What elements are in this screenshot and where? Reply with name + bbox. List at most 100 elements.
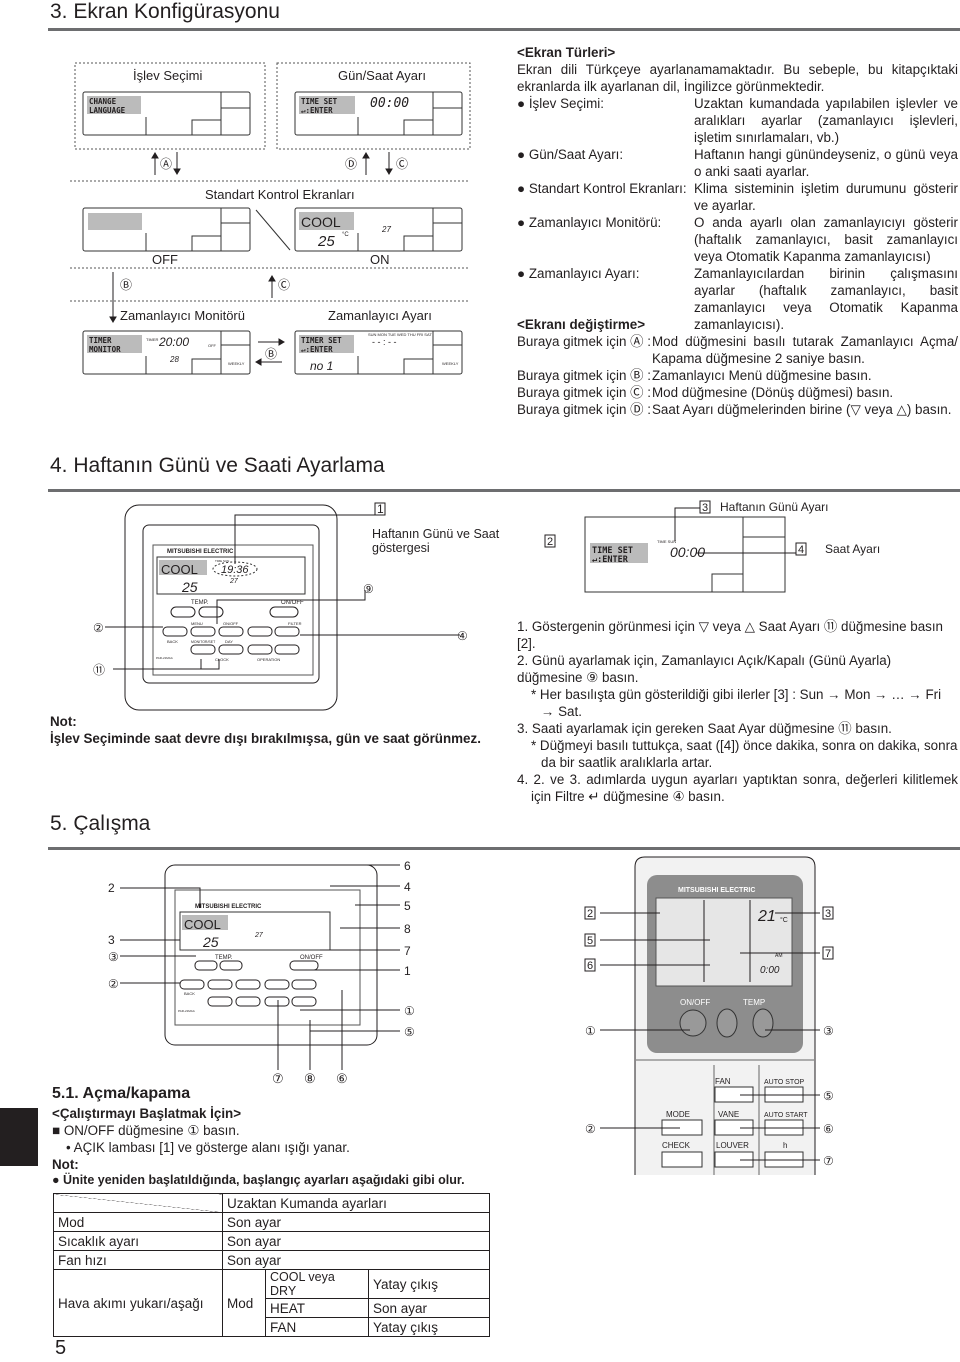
svg-text:28: 28 — [169, 355, 179, 364]
svg-text:FILTER: FILTER — [288, 621, 302, 626]
table-header: Uzaktan Kumanda ayarları — [222, 1193, 490, 1213]
section-tab-marker — [0, 1108, 38, 1166]
section-rule — [48, 847, 960, 850]
label-off: OFF — [152, 252, 178, 267]
svg-text:④: ④ — [457, 629, 468, 643]
note-text: İşlev Seçiminde saat devre dışı bırakılm… — [50, 731, 481, 746]
svg-text:⑪: ⑪ — [93, 663, 105, 677]
callout1-text: Haftanın Günü ve Saat göstergesi — [372, 527, 500, 555]
start-heading: <Çalıştırmayı Başlatmak İçin> — [52, 1106, 242, 1121]
table-row: Mod Son ayar — [53, 1212, 490, 1232]
note-label: Not: — [52, 1157, 79, 1172]
svg-text:⑦: ⑦ — [823, 1154, 834, 1168]
section-rule — [48, 489, 960, 492]
label-ayari: Zamanlayıcı Ayarı — [328, 308, 432, 323]
svg-text:27: 27 — [254, 932, 264, 939]
svg-text:⑨: ⑨ — [363, 582, 374, 596]
svg-text:21: 21 — [757, 908, 776, 925]
time-set-steps: 1. Göstergenin görünmesi için ▽ veya △ S… — [517, 618, 958, 805]
lcd-temp: 25 — [317, 233, 335, 250]
svg-text:MONITOR: MONITOR — [89, 345, 121, 354]
svg-text:h: h — [783, 1141, 787, 1150]
svg-text:⑤: ⑤ — [823, 1089, 834, 1103]
svg-text:Ⓒ: Ⓒ — [278, 278, 290, 292]
svg-text:TEMP.: TEMP. — [215, 955, 233, 961]
svg-text:⑤: ⑤ — [404, 1025, 415, 1039]
svg-text:②: ② — [585, 1122, 596, 1136]
svg-text:③: ③ — [108, 950, 119, 964]
label-monitor: Zamanlayıcı Monitörü — [120, 308, 245, 323]
svg-text:2: 2 — [587, 908, 593, 920]
svg-text:②: ② — [108, 977, 119, 991]
section5-title: 5. Çalışma — [50, 812, 151, 835]
svg-text:7: 7 — [404, 944, 411, 958]
svg-text:BACK: BACK — [184, 991, 195, 996]
svg-text:CLOCK: CLOCK — [215, 657, 229, 662]
lcd-text: CHANGE — [89, 97, 117, 106]
goto-item: Buraya gitmek için Ⓑ : Zamanlayıcı Menü d… — [517, 368, 872, 383]
svg-text:③: ③ — [823, 1024, 834, 1038]
svg-text:TIMER: TIMER — [89, 336, 112, 345]
step: 1. Göstergenin görünmesi için ▽ veya △ S… — [517, 619, 944, 651]
goto-item: Buraya gitmek için Ⓒ : Mod düğmesine (Dön… — [517, 385, 894, 400]
svg-text:2: 2 — [547, 536, 553, 548]
svg-text:MITSUBISHI ELECTRIC: MITSUBISHI ELECTRIC — [167, 549, 234, 555]
svg-text:↵:ENTER: ↵:ENTER — [301, 345, 333, 354]
table-row: Fan hızı Son ayar — [53, 1250, 490, 1270]
lcd-mode: COOL — [161, 562, 198, 577]
svg-text:TEMP.: TEMP. — [191, 600, 209, 606]
table-row: Hava akımı yukarı/aşağı Mod COOL veya DRY Y… — [53, 1269, 490, 1337]
svg-text:①: ① — [585, 1024, 596, 1038]
svg-text:OPERATION: OPERATION — [257, 657, 280, 662]
svg-text:②: ② — [93, 621, 104, 635]
svg-text:°C: °C — [342, 232, 349, 238]
intro-text: Ekran dili Türkçeye ayarlanamamaktadır. … — [517, 62, 958, 94]
page-number: 5 — [55, 1337, 67, 1359]
svg-text:6: 6 — [404, 859, 411, 873]
lcd-time: 00:00 — [370, 96, 409, 111]
svg-text:Ⓒ: Ⓒ — [396, 157, 408, 171]
onoff-button — [679, 1009, 707, 1037]
svg-text:PAR-21MAA: PAR-21MAA — [156, 656, 173, 660]
list-item: ● İşlev Seçimi: Uzaktan kumandada yapılab… — [517, 96, 958, 145]
temp-up-button — [752, 1008, 774, 1038]
onoff-button — [269, 606, 299, 618]
lcd-text: TIME SET — [301, 97, 338, 106]
screen-flow-diagram: İşlev Seçimi Gün/Saat Ayarı CHANGE LANGU… — [70, 62, 471, 375]
svg-text:FAN: FAN — [715, 1077, 731, 1086]
svg-text:3: 3 — [702, 502, 708, 514]
screen-types-heading: <Ekran Türleri> — [517, 45, 616, 60]
svg-text:Ⓑ: Ⓑ — [265, 347, 277, 361]
svg-text:↵:ENTER: ↵:ENTER — [592, 555, 629, 565]
svg-text:Haftanın Günü Ayarı: Haftanın Günü Ayarı — [720, 500, 829, 514]
svg-text:ON/OFF: ON/OFF — [680, 998, 710, 1007]
svg-text:⑦: ⑦ — [272, 1071, 284, 1085]
svg-text:4: 4 — [798, 544, 804, 556]
wired-remote-operation-diagram: MITSUBISHI ELECTRIC COOL 25 27 TEMP. ON/… — [108, 859, 415, 1085]
svg-text:AM: AM — [775, 953, 783, 959]
svg-text:27: 27 — [229, 578, 239, 585]
subsection-title: 5.1. Açma/kapama — [52, 1085, 191, 1102]
svg-text:TIMER: TIMER — [146, 337, 159, 342]
ir-remote-diagram: MITSUBISHI ELECTRIC 21 °C AM 0:00 ON/OFF… — [584, 856, 834, 1175]
svg-text:3: 3 — [108, 933, 115, 947]
svg-text:WEEKLY: WEEKLY — [228, 361, 245, 366]
label-gunsaat: Gün/Saat Ayarı — [338, 68, 426, 83]
svg-text:TIMER SET: TIMER SET — [301, 336, 342, 345]
svg-text:Saat Ayarı: Saat Ayarı — [825, 542, 880, 556]
time-set-lcd-diagram: TIME SET ↵:ENTER TIME SUN 00:00 3 4 2 Ha… — [544, 500, 880, 593]
svg-text:2: 2 — [108, 881, 115, 895]
label-standart: Standart Kontrol Ekranları — [205, 187, 355, 202]
note-text: ● Ünite yeniden başlatıldığında, başlang… — [52, 1173, 465, 1187]
svg-text:ON/OFF: ON/OFF — [223, 621, 239, 626]
table-row: Sıcaklık ayarı Son ayar — [53, 1231, 490, 1251]
temp-down-button — [170, 606, 196, 618]
svg-text:①: ① — [404, 1004, 415, 1018]
svg-text:MODE: MODE — [666, 1110, 690, 1119]
lcd-mode: COOL — [301, 214, 341, 230]
svg-text:MITSUBISHI ELECTRIC: MITSUBISHI ELECTRIC — [195, 904, 262, 910]
svg-text:AUTO STOP: AUTO STOP — [764, 1079, 805, 1086]
lcd-timer-time: 20:00 — [158, 335, 189, 349]
step-note: * Her basılışta gün gösterildiği gibi il… — [531, 687, 942, 719]
lcd-off-blank — [88, 213, 142, 230]
